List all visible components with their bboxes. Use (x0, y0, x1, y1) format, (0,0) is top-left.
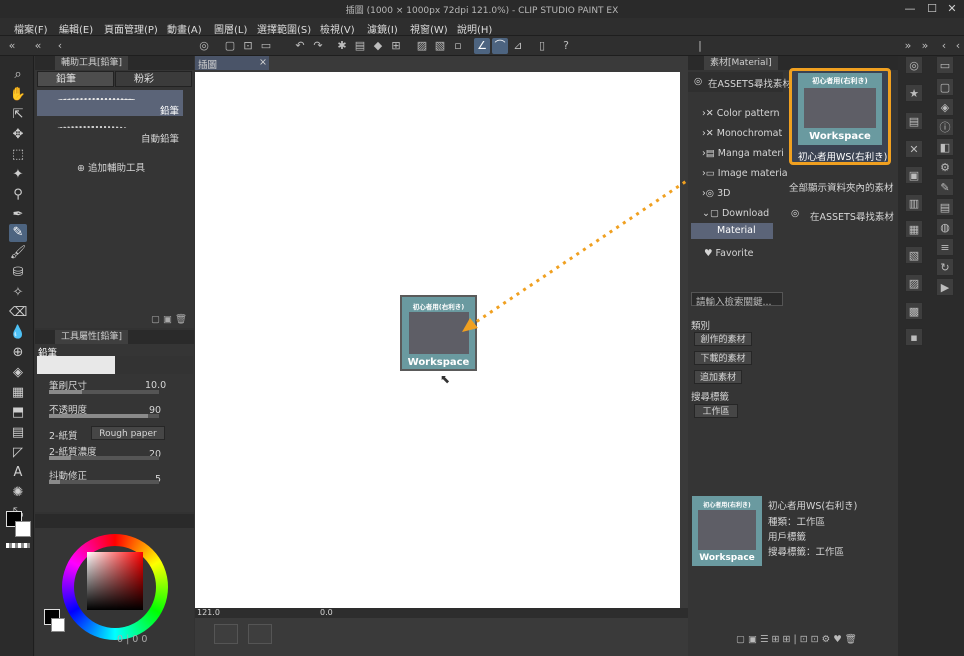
detail-type: 種類：工作區 (768, 517, 826, 528)
dock-animation-icon[interactable]: ◈ (936, 98, 954, 116)
drag-arrow-head (462, 318, 478, 332)
tag-downloaded[interactable]: 下載的素材 (694, 351, 752, 365)
selected-thumb-top-label: 初心者用(右利き) (812, 77, 868, 85)
dock-material-3-icon[interactable]: ▣ (905, 166, 923, 184)
tag-created[interactable]: 創作的素材 (694, 332, 752, 346)
dock-material-7-icon[interactable]: ▨ (905, 274, 923, 292)
dock-material-2-icon[interactable]: ✕ (905, 140, 923, 158)
folder-download[interactable]: ⌄▢ Download (702, 208, 769, 219)
detail-thumb-photo (698, 510, 756, 550)
dock-layers-icon[interactable]: ≡ (936, 238, 954, 256)
folder-favorite[interactable]: ♥ Favorite (704, 248, 754, 259)
folder-material-label: Material (717, 225, 756, 236)
dock-navigator-icon[interactable]: ◎ (905, 56, 923, 74)
right-dock: ◎ ★ ▤ ✕ ▣ ▥ ▦ ▧ ▨ ▩ ▪ ▭ ▢ ◈ ⓘ ◧ ⚙ ✎ ▤ ◍ … (898, 56, 964, 656)
assets-search-right-label[interactable]: 在ASSETS尋找素材 (810, 209, 894, 223)
detail-search-tag: 搜尋標籤：工作區 (768, 547, 845, 558)
dock-info-icon[interactable]: ⓘ (936, 118, 954, 136)
search-tags-label: 搜尋標籤 (691, 392, 730, 403)
assets-search-row[interactable]: ◎ 在ASSETS尋找素材 (688, 72, 792, 92)
assets-search-label: 在ASSETS尋找素材 (708, 79, 792, 90)
material-panel: 素材[Material] ◎ 在ASSETS尋找素材 ›✕ Color patt… (688, 56, 898, 656)
tags-label: 類別 (691, 321, 711, 332)
dock-favorites-icon[interactable]: ★ (905, 84, 923, 102)
assets-search-icon: ◎ (694, 76, 703, 87)
dock-layer-prop-icon[interactable]: ▤ (936, 198, 954, 216)
selected-thumb-caption: 初心者用WS(右利き) (798, 152, 888, 163)
dock-brush-icon[interactable]: ✎ (936, 178, 954, 196)
dock-material-9-icon[interactable]: ▪ (905, 328, 923, 346)
dock-layer-icon[interactable]: ▭ (936, 56, 954, 74)
dock-material-4-icon[interactable]: ▥ (905, 194, 923, 212)
folder-monochromatic[interactable]: ›✕ Monochromat (702, 128, 782, 139)
selected-thumb-main-label: Workspace (809, 131, 871, 142)
selected-thumb-photo (804, 88, 876, 128)
folder-color-pattern[interactable]: ›✕ Color pattern (702, 108, 780, 119)
dock-material-6-icon[interactable]: ▧ (905, 246, 923, 264)
dock-stack-icon[interactable]: ◧ (936, 138, 954, 156)
dock-material-5-icon[interactable]: ▦ (905, 220, 923, 238)
dock-history-icon[interactable]: ↻ (936, 258, 954, 276)
detail-thumb-main-label: Workspace (699, 553, 755, 563)
dock-settings-icon[interactable]: ⚙ (936, 158, 954, 176)
material-tab[interactable]: 素材[Material] (704, 56, 778, 70)
folder-3d[interactable]: ›◎ 3D (702, 188, 730, 199)
tag-added[interactable]: 追加素材 (694, 370, 742, 384)
folder-manga-material[interactable]: ›▤ Manga materi (702, 148, 784, 159)
detail-user-tag: 用戶標籤 (768, 532, 807, 543)
dock-timeline-icon[interactable]: ▶ (936, 278, 954, 296)
material-search-input[interactable]: 請輸入檢索關鍵... (691, 292, 783, 308)
search-tag-workspace[interactable]: 工作區 (694, 404, 738, 418)
folder-image-material[interactable]: ›▭ Image materia (702, 168, 788, 179)
detail-name: 初心者用WS(右利き) (768, 501, 858, 512)
detail-thumbnail: 初心者用(右利き) Workspace (692, 496, 762, 566)
dock-palette-icon[interactable]: ◍ (936, 218, 954, 236)
detail-thumb-top-label: 初心者用(右利き) (703, 502, 751, 509)
material-footer-icons[interactable]: ▢ ▣ ☰ ⊞ ⊞ | ⊡ ⊡ ⚙ ♥ 🗑 (736, 634, 857, 645)
dock-material-8-icon[interactable]: ▩ (905, 302, 923, 320)
assets-search-right-icon[interactable]: ◎ (791, 208, 799, 219)
show-all-in-folder[interactable]: 全部顯示資料夾內的素材 (789, 180, 894, 194)
folder-material-selected[interactable]: Material (691, 223, 773, 239)
selected-material-tile[interactable]: 初心者用(右利き) Workspace 初心者用WS(右利き) (789, 68, 891, 165)
material-search-placeholder: 請輸入檢索關鍵... (696, 297, 772, 308)
dock-layer-2-icon[interactable]: ▢ (936, 78, 954, 96)
dock-material-1-icon[interactable]: ▤ (905, 112, 923, 130)
